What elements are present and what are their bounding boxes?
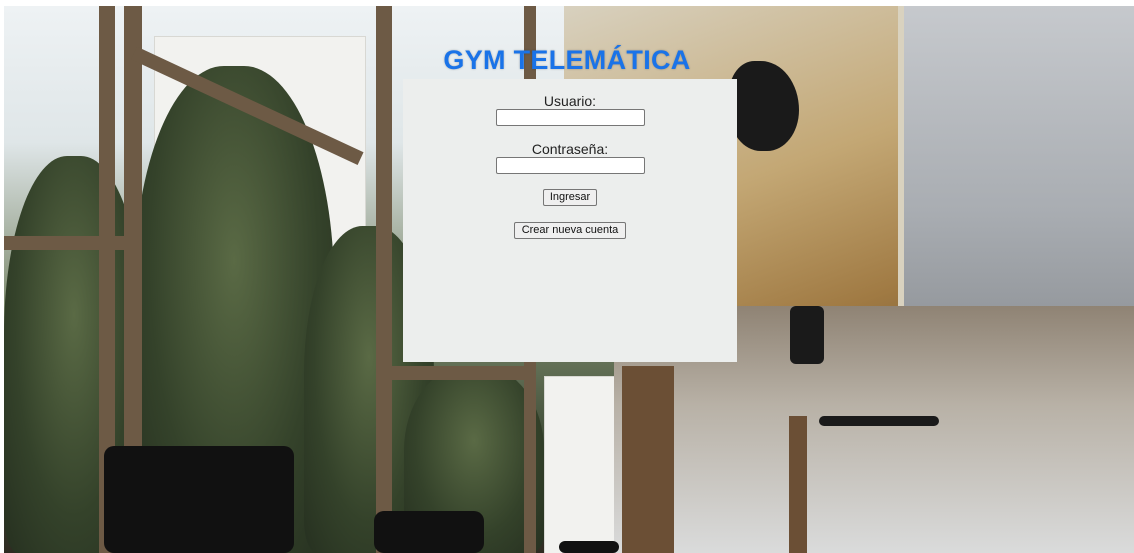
login-button[interactable]: Ingresar <box>543 189 597 206</box>
create-account-button[interactable]: Crear nueva cuenta <box>514 222 626 239</box>
treadmill <box>104 446 294 553</box>
window-frame <box>376 6 392 553</box>
speaker <box>790 306 824 364</box>
page-title: GYM TELEMÁTICA <box>443 45 691 75</box>
password-input[interactable] <box>496 157 645 174</box>
wood-column <box>622 366 674 553</box>
login-panel: Usuario: Contraseña: Ingresar Crear nuev… <box>403 79 737 362</box>
treadmill <box>374 511 484 553</box>
window-frame <box>4 236 134 250</box>
password-label: Contraseña: <box>531 141 609 157</box>
username-input[interactable] <box>496 109 645 126</box>
ceiling-fan <box>819 416 939 426</box>
treadmill <box>559 541 619 553</box>
username-label: Usuario: <box>543 93 597 109</box>
window-frame <box>384 366 534 380</box>
wood-column <box>789 416 807 553</box>
building <box>544 376 616 553</box>
